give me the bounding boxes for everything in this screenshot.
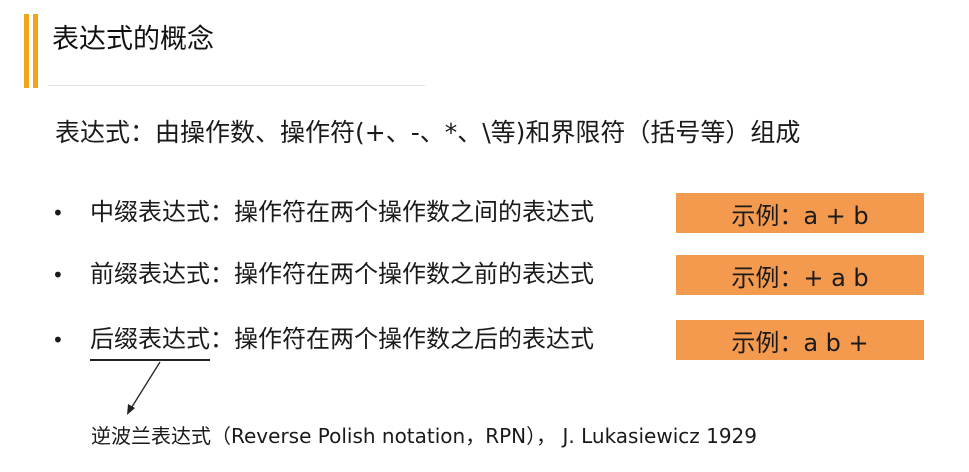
annotation-arrow: [127, 361, 161, 415]
expression-definition: 表达式：由操作数、操作符(+、-、*、\等)和界限符（括号等）组成: [55, 118, 801, 147]
list-item-prefix: • 前缀表达式：操作符在两个操作数之前的表达式 示例：+ a b: [52, 255, 932, 295]
term-prefix: 前缀表达式: [90, 260, 210, 288]
list-item-text: 中缀表达式：操作符在两个操作数之间的表达式: [90, 195, 594, 229]
title-divider: [48, 85, 425, 86]
term-description: ：操作符在两个操作数之间的表达式: [210, 198, 594, 226]
term-description: ：操作符在两个操作数之后的表达式: [210, 325, 594, 353]
list-item-text: 前缀表达式：操作符在两个操作数之前的表达式: [90, 257, 594, 291]
example-box-postfix: 示例：a b +: [676, 320, 924, 360]
list-item-text: 后缀表达式：操作符在两个操作数之后的表达式: [90, 322, 594, 361]
example-box-prefix: 示例：+ a b: [676, 255, 924, 295]
term-infix: 中缀表达式: [90, 198, 210, 226]
term-postfix: 后缀表达式: [90, 322, 210, 361]
rpn-note: 逆波兰表达式（Reverse Polish notation，RPN）， J. …: [91, 424, 758, 448]
bullet: •: [52, 328, 64, 352]
term-description: ：操作符在两个操作数之前的表达式: [210, 260, 594, 288]
list-item-postfix: • 后缀表达式：操作符在两个操作数之后的表达式 示例：a b +: [52, 320, 932, 361]
bullet: •: [52, 263, 64, 287]
bullet: •: [52, 201, 64, 225]
page-title: 表达式的概念: [52, 24, 214, 55]
title-accent-bar-right: [33, 14, 38, 88]
title-accent-bar-left: [24, 14, 29, 88]
list-item-infix: • 中缀表达式：操作符在两个操作数之间的表达式 示例：a + b: [52, 193, 932, 233]
example-box-infix: 示例：a + b: [676, 193, 924, 233]
